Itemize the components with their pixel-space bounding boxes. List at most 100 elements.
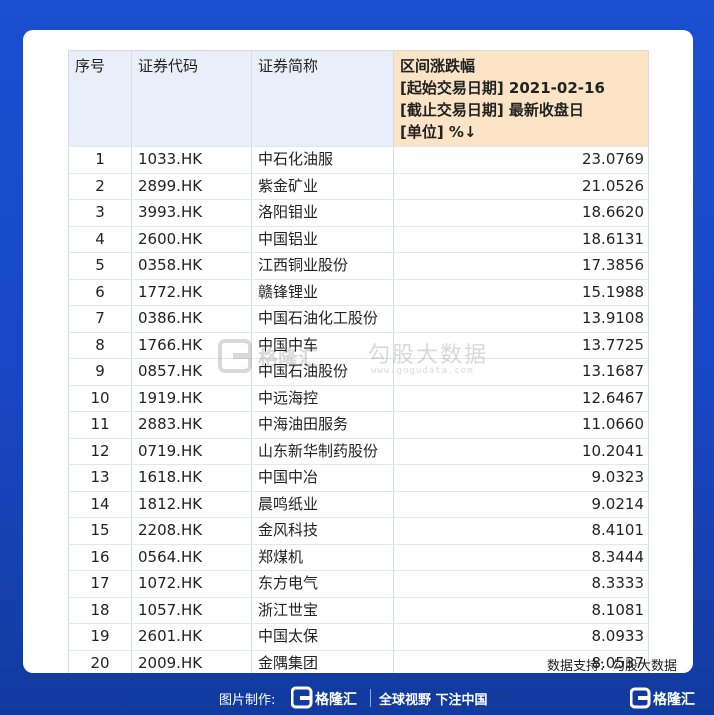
row-name: 中国中冶: [251, 464, 394, 492]
row-name: 郑煤机: [251, 544, 394, 571]
row-code: 0386.HK: [131, 305, 252, 333]
footer-logo: 格隆汇: [291, 686, 357, 709]
header-change-line: [截止交易日期] 最新收盘日: [400, 101, 584, 119]
row-change-value: 9.0323: [393, 464, 649, 492]
table-row[interactable]: 4 2600.HK 中国铝业 18.6131: [68, 226, 649, 253]
row-index: 5: [68, 252, 132, 280]
row-change-value: 13.7725: [393, 332, 649, 359]
row-name: 中国太保: [251, 623, 394, 651]
row-name: 金风科技: [251, 517, 394, 545]
row-index: 11: [68, 411, 132, 439]
row-name: 中石化油服: [251, 146, 394, 174]
row-name: 晨鸣纸业: [251, 491, 394, 518]
table-row[interactable]: 11 2883.HK 中海油田服务 11.0660: [68, 411, 649, 439]
table-row[interactable]: 7 0386.HK 中国石油化工股份 13.9108: [68, 305, 649, 333]
table-row[interactable]: 19 2601.HK 中国太保 8.0933: [68, 623, 649, 651]
row-index: 9: [68, 358, 132, 386]
table-row[interactable]: 9 0857.HK 中国石油股份 13.1687: [68, 358, 649, 386]
row-index: 19: [68, 623, 132, 651]
footer-logo-text: 格隆汇: [315, 691, 357, 708]
table-row[interactable]: 13 1618.HK 中国中冶 9.0323: [68, 464, 649, 492]
table-row[interactable]: 16 0564.HK 郑煤机 8.3444: [68, 544, 649, 571]
row-name: 中国中车: [251, 332, 394, 359]
row-name: 赣锋锂业: [251, 279, 394, 306]
row-change-value: 13.9108: [393, 305, 649, 333]
row-index: 18: [68, 597, 132, 624]
row-index: 13: [68, 464, 132, 492]
row-code: 2009.HK: [131, 650, 252, 673]
row-code: 1072.HK: [131, 570, 252, 598]
row-code: 1772.HK: [131, 279, 252, 306]
row-change-value: 10.2041: [393, 438, 649, 465]
header-change-line: [单位] %↓: [400, 123, 477, 141]
row-index: 17: [68, 570, 132, 598]
header-change[interactable]: 区间涨跌幅 [起始交易日期] 2021-02-16 [截止交易日期] 最新收盘日…: [393, 50, 649, 147]
header-code[interactable]: 证券代码: [131, 50, 252, 147]
row-code: 2899.HK: [131, 173, 252, 200]
row-change-value: 18.6620: [393, 199, 649, 227]
row-index: 6: [68, 279, 132, 306]
row-index: 12: [68, 438, 132, 465]
row-code: 2601.HK: [131, 623, 252, 651]
table-row[interactable]: 6 1772.HK 赣锋锂业 15.1988: [68, 279, 649, 306]
row-name: 中海油田服务: [251, 411, 394, 439]
row-index: 3: [68, 199, 132, 227]
row-index: 8: [68, 332, 132, 359]
row-index: 4: [68, 226, 132, 253]
row-index: 2: [68, 173, 132, 200]
row-change-value: 23.0769: [393, 146, 649, 174]
table-row[interactable]: 15 2208.HK 金风科技 8.4101: [68, 517, 649, 545]
footer: 图片制作: 格隆汇 全球视野 下注中国: [0, 683, 714, 713]
table-row[interactable]: 8 1766.HK 中国中车 13.7725: [68, 332, 649, 359]
row-index: 15: [68, 517, 132, 545]
row-index: 16: [68, 544, 132, 571]
corner-logo: 格隆汇: [630, 687, 695, 709]
row-name: 中国石油股份: [251, 358, 394, 386]
row-change-value: 9.0214: [393, 491, 649, 518]
header-name[interactable]: 证券简称: [251, 50, 394, 147]
row-name: 江西铜业股份: [251, 252, 394, 280]
footer-slogan: 全球视野 下注中国: [379, 693, 488, 708]
table-row[interactable]: 2 2899.HK 紫金矿业 21.0526: [68, 173, 649, 200]
row-name: 中国铝业: [251, 226, 394, 253]
table-row[interactable]: 18 1057.HK 浙江世宝 8.1081: [68, 597, 649, 624]
row-change-value: 8.3444: [393, 544, 649, 571]
row-change-value: 8.3333: [393, 570, 649, 598]
row-change-value: 8.4101: [393, 517, 649, 545]
table-row[interactable]: 14 1812.HK 晨鸣纸业 9.0214: [68, 491, 649, 518]
row-code: 1033.HK: [131, 146, 252, 174]
header-change-line: [起始交易日期] 2021-02-16: [400, 79, 605, 97]
content-card: 序号 证券代码 证券简称 区间涨跌幅 [起始交易日期] 2021-02-16 […: [23, 30, 693, 673]
footer-divider: [370, 689, 371, 707]
stock-table: 序号 证券代码 证券简称 区间涨跌幅 [起始交易日期] 2021-02-16 […: [68, 50, 649, 673]
made-by-label: 图片制作:: [219, 693, 276, 708]
table-row[interactable]: 3 3993.HK 洛阳钼业 18.6620: [68, 199, 649, 227]
table-row[interactable]: 1 1033.HK 中石化油服 23.0769: [68, 146, 649, 174]
table-row[interactable]: 10 1919.HK 中远海控 12.6467: [68, 385, 649, 412]
table-header-row: 序号 证券代码 证券简称 区间涨跌幅 [起始交易日期] 2021-02-16 […: [68, 50, 649, 147]
row-code: 0857.HK: [131, 358, 252, 386]
row-code: 2600.HK: [131, 226, 252, 253]
row-change-value: 12.6467: [393, 385, 649, 412]
row-code: 2208.HK: [131, 517, 252, 545]
row-code: 2883.HK: [131, 411, 252, 439]
table-row[interactable]: 5 0358.HK 江西铜业股份 17.3856: [68, 252, 649, 280]
row-name: 紫金矿业: [251, 173, 394, 200]
row-change-value: 8.1081: [393, 597, 649, 624]
row-index: 7: [68, 305, 132, 333]
data-source-note: 数据支持：勾股大数据: [546, 659, 677, 673]
row-name: 洛阳钼业: [251, 199, 394, 227]
row-change-value: 21.0526: [393, 173, 649, 200]
row-change-value: 15.1988: [393, 279, 649, 306]
row-code: 3993.HK: [131, 199, 252, 227]
row-index: 10: [68, 385, 132, 412]
row-name: 中远海控: [251, 385, 394, 412]
header-index[interactable]: 序号: [68, 50, 132, 147]
row-code: 1919.HK: [131, 385, 252, 412]
row-name: 金隅集团: [251, 650, 394, 673]
row-code: 0719.HK: [131, 438, 252, 465]
row-name: 浙江世宝: [251, 597, 394, 624]
table-row[interactable]: 17 1072.HK 东方电气 8.3333: [68, 570, 649, 598]
table-row[interactable]: 12 0719.HK 山东新华制药股份 10.2041: [68, 438, 649, 465]
row-change-value: 8.0933: [393, 623, 649, 651]
